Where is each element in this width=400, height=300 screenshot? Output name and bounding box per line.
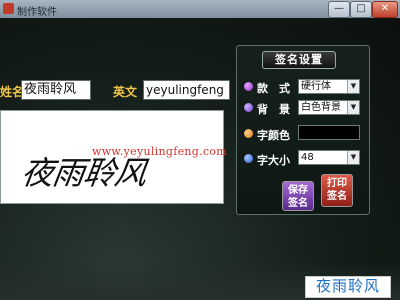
- font-size-label: 字大小: [257, 154, 290, 167]
- english-input[interactable]: yeyulingfeng: [143, 80, 230, 100]
- window-title: 制作软件: [17, 7, 57, 18]
- signature-text: 夜雨聆风: [19, 154, 149, 192]
- minimize-button[interactable]: —: [328, 1, 350, 18]
- font-size-select[interactable]: 48 ▼: [298, 150, 360, 165]
- chevron-down-icon[interactable]: ▼: [347, 101, 359, 114]
- chevron-down-icon[interactable]: ▼: [347, 80, 359, 93]
- font-color-label: 字颜色: [257, 129, 290, 142]
- bullet-icon: [244, 82, 253, 91]
- font-size-select-value: 48: [301, 152, 314, 163]
- close-button[interactable]: ✕: [372, 1, 398, 18]
- style-select-value: 硬行体: [301, 81, 331, 92]
- settings-title: 签名设置: [262, 51, 336, 69]
- background-select-value: 白色背景: [301, 102, 341, 113]
- background-select[interactable]: 白色背景 ▼: [298, 100, 360, 115]
- name-input[interactable]: 夜雨聆风: [21, 80, 91, 100]
- english-label: 英文: [113, 85, 138, 99]
- maximize-button[interactable]: □: [350, 1, 372, 18]
- font-color-swatch[interactable]: [298, 125, 360, 140]
- title-bar: 制作软件 — □ ✕: [0, 0, 400, 18]
- chevron-down-icon[interactable]: ▼: [347, 151, 359, 164]
- background-label: 背 景: [257, 103, 290, 116]
- style-label: 款 式: [257, 82, 290, 95]
- bullet-icon: [244, 154, 253, 163]
- brand-logo: 夜雨聆风: [305, 276, 391, 298]
- bullet-icon: [244, 129, 253, 138]
- bullet-icon: [244, 103, 253, 112]
- print-signature-button[interactable]: 打印 签名: [321, 174, 353, 207]
- save-signature-button[interactable]: 保存 签名: [282, 181, 314, 211]
- app-icon: [3, 3, 14, 14]
- style-select[interactable]: 硬行体 ▼: [298, 79, 360, 94]
